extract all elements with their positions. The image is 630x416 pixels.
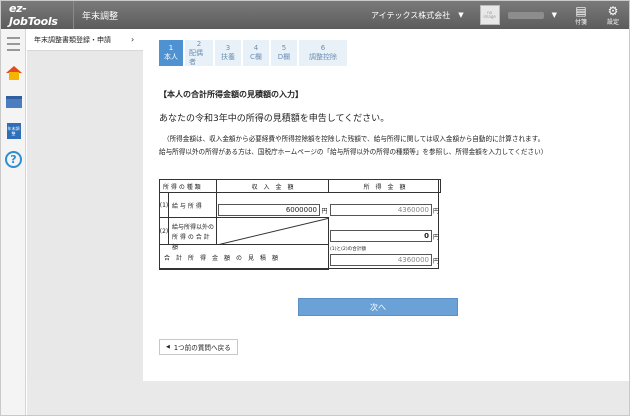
sticky-note-label: 付箋: [574, 18, 587, 26]
row1-number-text: (1): [159, 201, 169, 209]
total-sub-label: (1)と(2)の合計額: [330, 247, 366, 252]
total-shotoku-value: 4360000: [330, 254, 432, 266]
step-label: 扶養: [221, 53, 235, 61]
step-5[interactable]: 5 D欄: [271, 40, 297, 66]
icon-rail: 年末調整 ?: [1, 29, 26, 415]
home-icon: [5, 65, 22, 80]
document-icon: 年末調整: [6, 122, 21, 139]
home-button[interactable]: [1, 58, 26, 87]
step-indicator: 1 本人 2 配偶者 3 扶養 4 C欄 5 D欄 6 調整控除: [159, 40, 349, 66]
step-number: 3: [225, 44, 231, 52]
salary-income-input[interactable]: 6000000: [218, 204, 320, 216]
income-table: 所 得 の 種 類 収 入 金 額 所 得 金 額 (1) 給 与 所 得 60…: [159, 179, 441, 270]
help-icon: ?: [5, 151, 22, 168]
header-bar: ez-JobTools 年末調整 アイテックス株式会社 ▼ no image ▼…: [1, 1, 629, 29]
company-name: アイテックス株式会社: [371, 10, 451, 20]
user-name-redacted: [507, 11, 544, 19]
row1-label: 給 与 所 得: [172, 202, 202, 210]
step-6[interactable]: 6 調整控除: [299, 40, 347, 66]
company-button[interactable]: [1, 87, 26, 116]
avatar: no image: [479, 5, 500, 25]
unit-yen-text: 円: [432, 257, 439, 265]
back-button-label: 1つ前の質問へ戻る: [173, 344, 231, 352]
header-type-label: 所 得 の 種 類: [163, 183, 201, 191]
triangle-left-icon: ◀: [166, 344, 170, 350]
unit-yen: 円: [320, 204, 329, 216]
section-title: 【本人の合計所得金額の見積額の入力】: [159, 90, 303, 99]
step-label: 本人: [164, 53, 178, 61]
header-shotoku-label: 所 得 金 額: [363, 183, 406, 191]
row1-label-cell: 給 与 所 得: [168, 192, 217, 218]
app-title: 年末調整: [82, 11, 119, 22]
row2-label-cell: 給与所得以外の 所 得 の 合 計 額: [168, 217, 217, 251]
settings-button[interactable]: ⚙ 設定: [597, 1, 629, 29]
step-number: 4: [253, 44, 259, 52]
user-menu[interactable]: no image ▼: [474, 1, 565, 29]
header-income: 収 入 金 額: [216, 179, 329, 193]
unit-yen: 円: [432, 254, 440, 266]
company-selector[interactable]: アイテックス株式会社 ▼: [361, 1, 474, 29]
chevron-down-icon: ▼: [458, 11, 464, 19]
step-4[interactable]: 4 C欄: [243, 40, 269, 66]
header-shotoku: 所 得 金 額: [328, 179, 441, 193]
total-label-cell: 合 計 所 得 金 額 の 見 積 額: [159, 244, 329, 270]
sticky-note-button[interactable]: ▤ 付箋: [565, 1, 597, 29]
header-income-label: 収 入 金 額: [251, 183, 294, 191]
unit-yen: 円: [432, 204, 440, 216]
gear-icon: ⚙: [607, 3, 619, 18]
hamburger-icon[interactable]: [1, 29, 26, 58]
row2-income-diagonal: [216, 217, 329, 245]
next-button[interactable]: 次へ: [298, 298, 458, 316]
side-menu-item-registration[interactable]: 年末調整書類登録・申請 ›: [27, 29, 143, 51]
step-number: 2: [196, 39, 202, 48]
main-content: 1 本人 2 配偶者 3 扶養 4 C欄 5 D欄 6 調整控除 【本人の合計所得金額の見積…: [143, 29, 629, 381]
chevron-down-icon: ▼: [551, 11, 557, 19]
total-label: 合 計 所 得 金 額 の 見 積 額: [164, 254, 279, 262]
lead-text: あなたの令和3年中の所得の見積額を申告してください。: [159, 114, 390, 124]
unit-yen: 円: [432, 230, 440, 242]
step-number: 6: [320, 44, 326, 52]
row2-number-text: (2): [159, 227, 169, 235]
sticky-note-icon: ▤: [575, 3, 587, 18]
side-menu: 年末調整書類登録・申請 ›: [27, 29, 143, 381]
other-shotoku-input[interactable]: 0: [330, 230, 432, 242]
header-type: 所 得 の 種 類: [159, 179, 217, 193]
unit-yen-text: 円: [432, 233, 439, 241]
note-text-2: 給与所得以外の所得がある方は、国税庁ホームページの「給与所得以外の所得の種類等」…: [159, 148, 548, 156]
step-number: 5: [281, 44, 287, 52]
app-logo[interactable]: ez-JobTools: [1, 2, 73, 28]
side-menu-item-label: 年末調整書類登録・申請: [34, 35, 111, 44]
step-label: C欄: [250, 53, 262, 61]
diagonal-line: [219, 218, 328, 244]
step-number: 1: [168, 44, 174, 52]
step-2[interactable]: 2 配偶者: [185, 40, 213, 66]
footer-area: [27, 381, 629, 415]
row2-label-line1: 給与所得以外の: [172, 224, 215, 231]
step-1[interactable]: 1 本人: [159, 40, 183, 66]
salary-shotoku-value: 4360000: [330, 204, 432, 216]
help-button[interactable]: ?: [1, 145, 26, 174]
step-label: 配偶者: [189, 48, 203, 66]
step-3[interactable]: 3 扶養: [215, 40, 241, 66]
note-text-1: （所得金額は、収入金額から必要経費や所得控除額を控除した残額で、給与所得に関して…: [163, 135, 545, 143]
step-label: 調整控除: [309, 53, 337, 61]
building-icon: [5, 95, 22, 108]
step-label: D欄: [277, 53, 291, 61]
year-end-doc-button[interactable]: 年末調整: [1, 116, 26, 145]
unit-yen-text: 円: [432, 207, 439, 215]
unit-yen-text: 円: [321, 207, 328, 215]
settings-label: 設定: [606, 18, 619, 26]
chevron-right-icon: ›: [131, 35, 135, 44]
back-button[interactable]: ◀ 1つ前の質問へ戻る: [159, 339, 238, 355]
